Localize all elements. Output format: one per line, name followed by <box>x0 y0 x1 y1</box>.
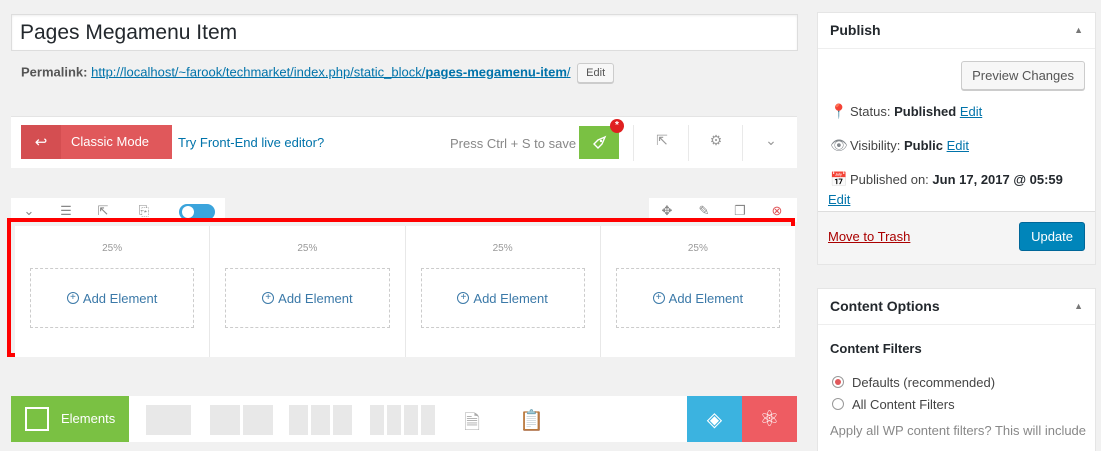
text-block-icon[interactable]: 🗎 <box>464 408 480 442</box>
add-element-button[interactable]: + Add Element <box>225 268 390 328</box>
permalink-edit-button[interactable]: Edit <box>577 63 615 83</box>
list-icon[interactable]: ☰ <box>58 203 74 219</box>
move-icon[interactable]: ✥ <box>659 203 675 219</box>
unsaved-badge: * <box>610 119 624 133</box>
move-to-trash-link[interactable]: Move to Trash <box>828 229 910 244</box>
back-arrow-icon: ↩ <box>21 125 61 159</box>
column-width: 25% <box>687 243 708 254</box>
status-edit-link[interactable]: Edit <box>960 104 982 119</box>
add-element-button[interactable]: + Add Element <box>615 268 780 328</box>
layers-icon: ◈ <box>706 408 723 431</box>
column-width: 25% <box>102 243 123 254</box>
radio-defaults[interactable]: Defaults (recommended) <box>832 375 995 390</box>
atom-icon: ⚛ <box>759 406 780 431</box>
collapse-chevron-icon[interactable]: ⌄ <box>21 203 37 219</box>
column: 25% + Add Element <box>601 226 795 357</box>
column-width: 25% <box>492 243 513 254</box>
pin-icon: 📍 <box>830 103 848 119</box>
date-edit-link[interactable]: Edit <box>828 192 850 207</box>
status-row: 📍 Status: Published Edit <box>830 103 983 119</box>
delete-icon[interactable]: ⊗ <box>769 203 785 219</box>
column-width: 25% <box>297 243 318 254</box>
clone-icon[interactable]: ❐ <box>732 203 748 219</box>
publish-title: Publish <box>830 22 881 38</box>
permalink-label: Permalink: <box>21 64 88 80</box>
rocket-icon <box>593 135 607 149</box>
update-button[interactable]: Update <box>1019 222 1085 251</box>
plus-icon: + <box>262 292 275 304</box>
publish-box: Publish ▲ Preview Changes 📍 Status: Publis… <box>817 12 1096 265</box>
layout-2-col[interactable] <box>210 405 273 435</box>
calendar-icon: 📅 <box>830 171 848 187</box>
layers-button[interactable]: ◈ <box>687 396 742 442</box>
add-column-icon[interactable]: ⎘ <box>136 203 152 219</box>
bottom-add-bar: Elements 🗎 📋 ◈ ⚛ <box>11 396 797 442</box>
chevron-down-icon[interactable]: ⌄ <box>761 132 781 149</box>
column: 25% + Add Element <box>210 226 406 357</box>
column: 25% + Add Element <box>406 226 601 357</box>
eye-icon: 👁 <box>830 137 848 153</box>
plus-icon: + <box>457 292 470 304</box>
gear-icon[interactable]: ⚙ <box>706 132 726 149</box>
caret-up-icon[interactable]: ▲ <box>1074 25 1083 35</box>
atom-button[interactable]: ⚛ <box>742 396 797 442</box>
plus-icon: + <box>66 292 79 304</box>
help-text: Apply all WP content filters? This will … <box>830 423 1087 438</box>
visibility-edit-link[interactable]: Edit <box>947 138 969 153</box>
content-options-box: Content Options ▲ Content Filters Default… <box>817 288 1096 451</box>
plus-icon: + <box>652 292 665 304</box>
published-row: 📅 Published on: Jun 17, 2017 @ 05:59 <box>830 171 1063 187</box>
column: 25% + Add Element <box>15 226 211 357</box>
content-options-title: Content Options <box>830 298 940 314</box>
layout-1-col[interactable] <box>146 405 191 435</box>
post-title-input[interactable]: Pages Megamenu Item <box>11 14 798 51</box>
elements-button[interactable]: Elements <box>11 396 129 442</box>
edit-icon[interactable]: ✎ <box>696 203 712 219</box>
save-hint: Press Ctrl + S to save <box>450 136 577 151</box>
vc-toolbar: ↩ Classic Mode Try Front-End live editor… <box>11 116 797 168</box>
expand-icon <box>25 407 49 431</box>
permalink-link[interactable]: http://localhost/~farook/techmarket/inde… <box>91 64 570 79</box>
radio-selected <box>832 376 844 388</box>
radio-all-filters[interactable]: All Content Filters <box>832 397 955 412</box>
caret-up-icon[interactable]: ▲ <box>1074 301 1083 311</box>
permalink-row: Permalink: http://localhost/~farook/tech… <box>21 63 615 83</box>
radio-unselected <box>832 398 844 410</box>
preview-changes-button[interactable]: Preview Changes <box>961 61 1085 90</box>
highlighted-row: 25% + Add Element 25% + Add Element 25% + A… <box>7 218 795 357</box>
add-element-button[interactable]: + Add Element <box>30 268 195 328</box>
share-icon[interactable]: ⇱ <box>95 203 111 219</box>
layout-4-col[interactable] <box>370 405 435 435</box>
add-element-button[interactable]: + Add Element <box>420 268 585 328</box>
content-filters-title: Content Filters <box>830 341 922 356</box>
clipboard-icon[interactable]: 📋 <box>519 408 544 433</box>
layout-3-col[interactable] <box>289 405 352 435</box>
visibility-row: 👁 Visibility: Public Edit <box>830 137 969 153</box>
frontend-editor-link[interactable]: Try Front-End live editor? <box>178 135 324 150</box>
classic-mode-button[interactable]: ↩ Classic Mode <box>21 125 172 159</box>
share-icon[interactable]: ⇱ <box>652 132 672 149</box>
